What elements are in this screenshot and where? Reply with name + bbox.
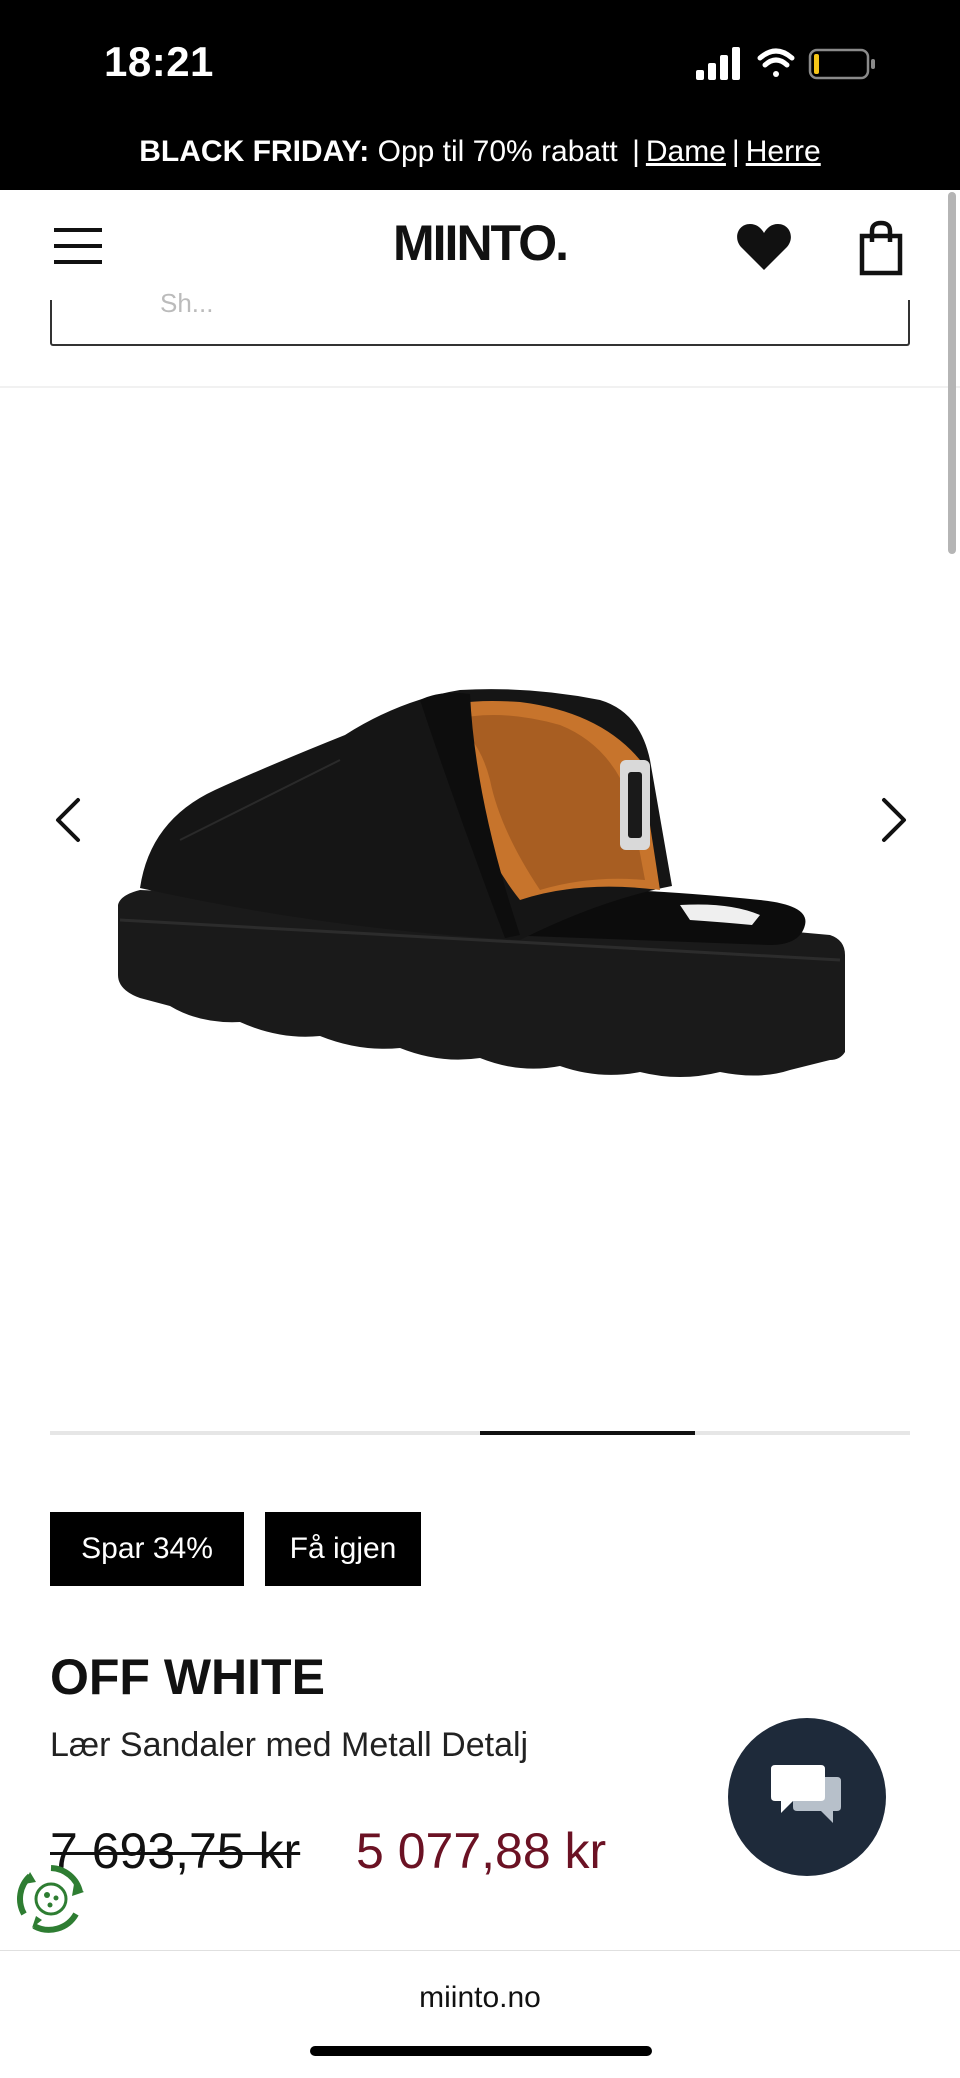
status-icons <box>696 44 896 84</box>
promo-banner: BLACK FRIDAY: Opp til 70% rabatt | Dame | H… <box>0 128 960 190</box>
gallery-prev-button[interactable] <box>40 790 100 850</box>
promo-text: Opp til 70% rabatt <box>377 135 618 168</box>
status-time: 18:21 <box>104 38 214 85</box>
promo-divider: | <box>632 135 640 168</box>
search-text: Sh... <box>160 288 214 318</box>
recycle-icon <box>17 1865 84 1933</box>
chat-icon <box>771 1765 841 1823</box>
gallery-progress-active <box>480 1431 695 1435</box>
product-shoe-image <box>118 689 845 1077</box>
sale-price: 5 077,88 kr <box>356 1823 607 1879</box>
signal-icon <box>696 47 740 80</box>
promo-link-men[interactable]: Herre <box>746 135 821 168</box>
gallery-progress <box>50 1431 910 1435</box>
site-logo[interactable]: MIINTO. <box>0 214 960 272</box>
chat-button[interactable] <box>728 1718 886 1876</box>
bag-icon <box>859 220 903 276</box>
cart-button[interactable] <box>858 220 904 276</box>
wishlist-button[interactable] <box>736 222 792 272</box>
eco-badge[interactable] <box>14 1862 88 1936</box>
gallery-next-button[interactable] <box>862 790 922 850</box>
search-input[interactable]: Sh... <box>50 288 910 346</box>
return-badge: Få igjen <box>265 1512 421 1586</box>
status-bar: 18:21 <box>0 0 960 128</box>
site-header: MIINTO. <box>0 190 960 300</box>
browser-url[interactable]: miinto.no <box>0 1981 960 2015</box>
discount-badge: Spar 34% <box>50 1512 244 1586</box>
home-indicator[interactable] <box>310 2046 652 2056</box>
chevron-right-icon <box>882 798 906 842</box>
wifi-icon <box>757 48 795 77</box>
promo-divider: | <box>731 135 740 168</box>
product-name: Lær Sandaler med Metall Detalj <box>50 1726 529 1764</box>
chevron-left-icon <box>56 798 80 842</box>
product-brand[interactable]: OFF WHITE <box>50 1648 325 1706</box>
product-image[interactable] <box>0 388 960 1428</box>
browser-address-bar[interactable]: miinto.no <box>0 1950 960 2078</box>
promo-link-women[interactable]: Dame <box>646 135 726 168</box>
promo-label: BLACK FRIDAY: <box>139 135 370 168</box>
heart-icon <box>737 224 791 270</box>
battery-icon <box>808 48 875 80</box>
